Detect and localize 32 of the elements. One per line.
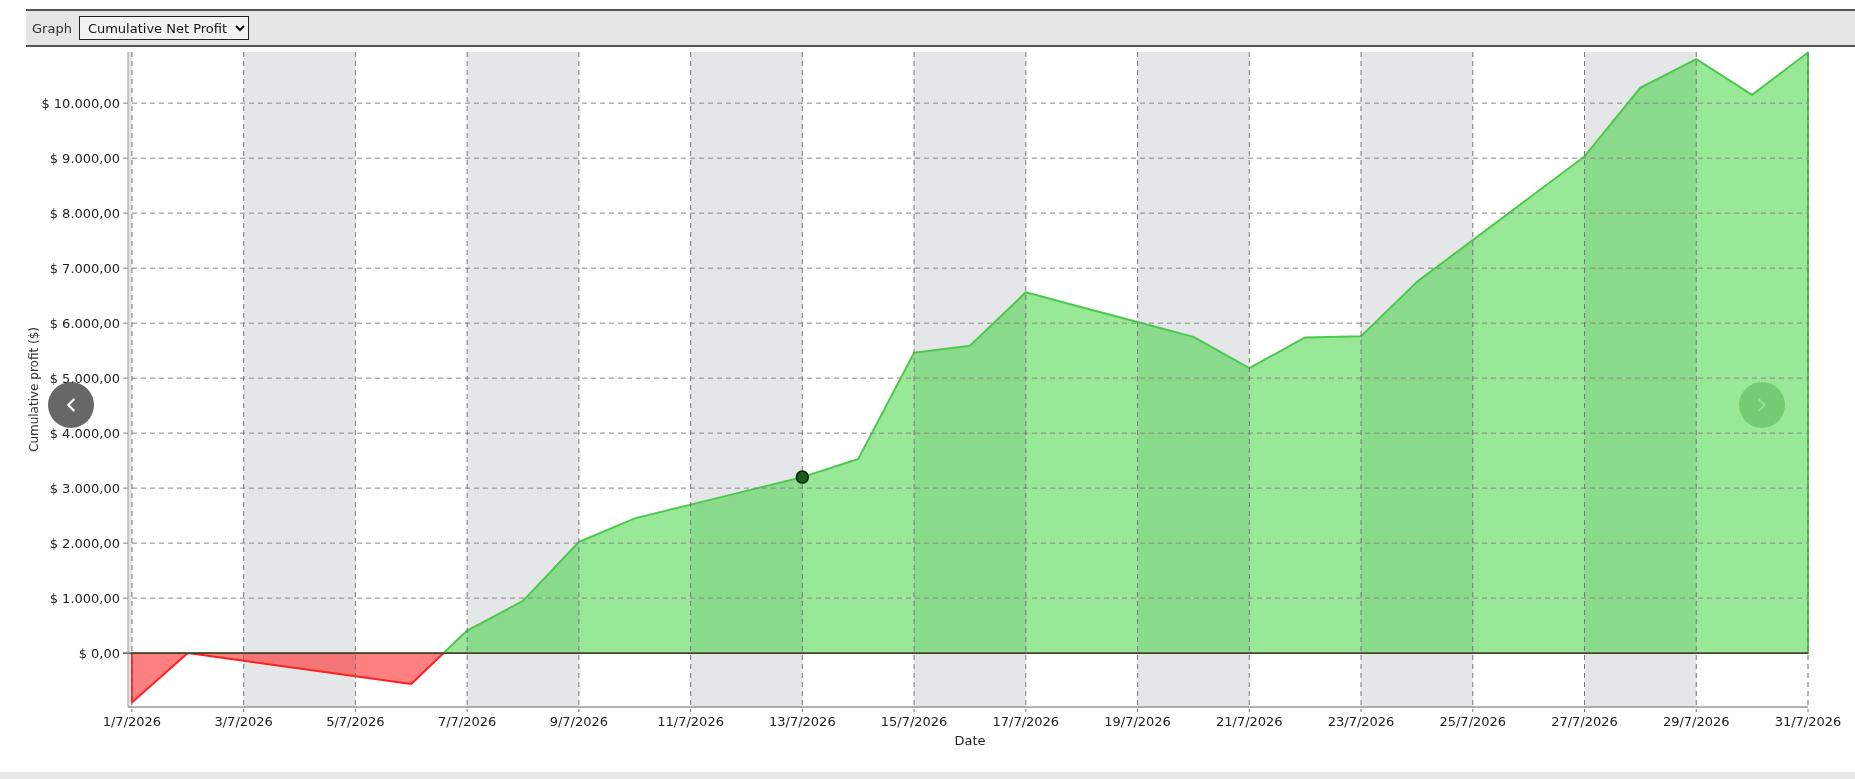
x-axis-label: 31/7/2026 bbox=[1774, 714, 1842, 729]
y-axis-label: $ 2.000,00 bbox=[49, 536, 120, 552]
y-axis-label: $ 3.000,00 bbox=[49, 481, 120, 497]
x-axis-label: 7/7/2026 bbox=[437, 714, 497, 729]
x-axis-label: 9/7/2026 bbox=[549, 714, 609, 729]
x-axis-label: 25/7/2026 bbox=[1439, 714, 1507, 729]
y-axis-label: $ 1.000,00 bbox=[49, 591, 120, 607]
y-axis-label: $ 10.000,00 bbox=[41, 96, 120, 112]
graph-label: Graph bbox=[32, 20, 72, 36]
x-axis-label: 17/7/2026 bbox=[992, 714, 1060, 729]
x-axis-label: 11/7/2026 bbox=[657, 714, 724, 729]
y-axis-title: Cumulative profit ($) bbox=[27, 327, 41, 452]
y-axis-label: $ 6.000,00 bbox=[49, 316, 120, 332]
x-axis-label: 29/7/2026 bbox=[1662, 714, 1730, 729]
data-point-marker bbox=[795, 470, 810, 484]
y-axis-label: $ 8.000,00 bbox=[49, 206, 120, 222]
y-axis-label: $ 5.000,00 bbox=[49, 371, 120, 387]
x-axis-label: 5/7/2026 bbox=[326, 714, 385, 729]
graph-select[interactable]: Cumulative Net Profit bbox=[78, 16, 249, 40]
y-axis-label: $ 0,00 bbox=[78, 646, 120, 662]
y-axis-label: $ 7.000,00 bbox=[49, 261, 120, 277]
y-axis-label: $ 9.000,00 bbox=[49, 151, 120, 167]
x-axis-label: 3/7/2026 bbox=[214, 714, 273, 729]
x-axis-label: 27/7/2026 bbox=[1551, 714, 1618, 729]
x-axis-label: 15/7/2026 bbox=[880, 714, 948, 729]
x-axis-label: 13/7/2026 bbox=[769, 714, 836, 729]
x-axis-title: Date bbox=[954, 733, 986, 748]
y-axis-label: $ 4.000,00 bbox=[49, 426, 120, 442]
x-axis-label: 21/7/2026 bbox=[1215, 714, 1283, 729]
x-axis-label: 23/7/2026 bbox=[1327, 714, 1395, 729]
x-axis-label: 19/7/2026 bbox=[1104, 714, 1171, 729]
x-axis-label: 1/7/2026 bbox=[102, 714, 162, 729]
